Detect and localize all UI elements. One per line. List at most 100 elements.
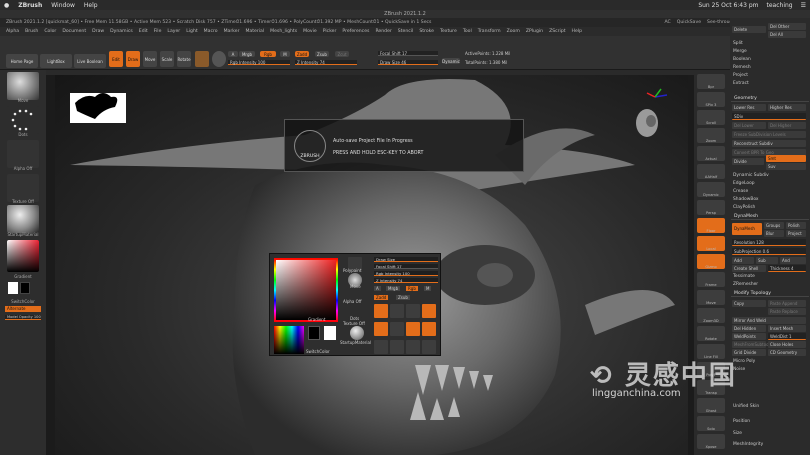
a-button[interactable]: A xyxy=(228,51,238,57)
stroke-thumbnail[interactable] xyxy=(7,106,39,134)
tray-rotate[interactable]: Rotate xyxy=(697,326,725,341)
tray-persp[interactable]: Persp xyxy=(697,200,725,215)
mirror-weld-button[interactable]: Mirror And Weld xyxy=(732,317,806,324)
popup-rotate-view-button[interactable] xyxy=(390,340,404,354)
claypolish-item[interactable]: ClayPolish xyxy=(733,205,755,211)
popup-qgrid-button[interactable] xyxy=(406,322,420,336)
geometry-header[interactable]: Geometry xyxy=(731,95,809,102)
tray-xpose[interactable]: Xpose xyxy=(697,434,725,449)
insert-mesh-button[interactable]: Insert Mesh xyxy=(768,325,806,332)
popup-m-button[interactable]: M xyxy=(424,286,432,291)
tray-zoom[interactable]: Zoom xyxy=(697,128,725,143)
app-menu[interactable]: ZBrush xyxy=(18,2,42,9)
tray-spix-3[interactable]: SPix 3 xyxy=(697,92,725,107)
color-picker[interactable] xyxy=(7,240,39,272)
sdiv-slider[interactable]: SDiv xyxy=(732,113,806,120)
tray-ghost[interactable]: Ghost xyxy=(697,398,725,413)
help-menu[interactable]: Help xyxy=(84,2,98,9)
tray-floor[interactable]: Floor xyxy=(697,218,725,233)
menu-material[interactable]: Material xyxy=(245,27,264,36)
rgb-intensity-slider[interactable]: Rgb Intensity 100 xyxy=(228,60,290,65)
z-intensity-slider[interactable]: Z Intensity 74 xyxy=(295,60,357,65)
tray-bpr[interactable]: Bpr xyxy=(697,74,725,89)
smt-button[interactable]: Smt xyxy=(766,155,806,162)
tray-frame[interactable]: Frame xyxy=(697,272,725,287)
menu-tool[interactable]: Tool xyxy=(463,27,472,36)
popup-grid-button[interactable] xyxy=(390,322,404,336)
copy-button[interactable]: Copy xyxy=(732,300,766,307)
material-sphere-icon[interactable] xyxy=(195,51,209,67)
popup-material-icon[interactable] xyxy=(350,326,364,340)
create-shell-button[interactable]: Create Shell xyxy=(732,265,766,272)
popup-zadd-button[interactable]: Zadd xyxy=(374,295,389,300)
split-item[interactable]: Split xyxy=(733,41,743,47)
mrgb-button[interactable]: Mrgb xyxy=(239,51,255,57)
position-item[interactable]: Position xyxy=(733,419,750,425)
project-item[interactable]: Project xyxy=(733,73,748,79)
tray-zoom3d[interactable]: Zoom3D xyxy=(697,308,725,323)
divide-button[interactable]: Divide xyxy=(732,158,764,165)
blur-button[interactable]: Blur xyxy=(764,230,784,237)
menu-macro[interactable]: Macro xyxy=(204,27,218,36)
weld-points-button[interactable]: WeldPoints xyxy=(732,333,766,340)
dynamesh-toggle[interactable]: DynaMesh xyxy=(732,223,762,235)
scale-button[interactable]: Scale xyxy=(160,51,174,67)
control-center-icon[interactable]: ☰ xyxy=(801,2,806,9)
tray-gizmo[interactable]: Gizmo xyxy=(697,254,725,269)
zadd-button[interactable]: Zadd xyxy=(295,51,309,57)
del-higher-button[interactable]: Del Higher xyxy=(768,122,806,129)
switchcolor-label[interactable]: SwitchColor xyxy=(2,299,44,304)
tray-move[interactable]: Move xyxy=(697,290,725,305)
popup-texture-label[interactable]: Texture Off xyxy=(343,321,365,326)
menu-stroke[interactable]: Stroke xyxy=(419,27,434,36)
paste-append-button[interactable]: Paste Append xyxy=(768,300,806,307)
zcut-button[interactable]: Zcut xyxy=(335,51,349,57)
menu-render[interactable]: Render xyxy=(375,27,391,36)
focal-shift-slider[interactable]: Focal Shift 17 xyxy=(378,51,438,56)
menu-draw[interactable]: Draw xyxy=(92,27,104,36)
popup-frame-button[interactable] xyxy=(422,340,436,354)
brush-thumbnail[interactable] xyxy=(7,72,39,100)
grid-divide-button[interactable]: Grid Divide xyxy=(732,349,766,356)
clock[interactable]: Sun 25 Oct 6:43 pm xyxy=(698,2,758,9)
ac-button[interactable]: AC xyxy=(665,18,671,27)
popup-draw-size-slider[interactable]: Draw Size xyxy=(374,257,438,262)
popup-focal-shift-slider[interactable]: Focal Shift 17 xyxy=(374,264,438,269)
and-button[interactable]: And xyxy=(780,257,806,264)
unified-skin-item[interactable]: Unified Skin xyxy=(733,404,759,410)
subprojection-slider[interactable]: SubProjection 0.6 xyxy=(732,248,806,255)
cd-geometry-button[interactable]: CD Geometry xyxy=(768,349,806,356)
popup-zsub-button[interactable]: Zsub xyxy=(396,295,410,300)
home-page-button[interactable]: Home Page xyxy=(6,54,38,68)
thickness-slider[interactable]: Thickness 4 xyxy=(768,265,806,272)
popup-local-button[interactable] xyxy=(422,322,436,336)
merge-item[interactable]: Merge xyxy=(733,49,747,55)
zsub-button[interactable]: Zsub xyxy=(315,51,329,57)
menu-transform[interactable]: Transform xyxy=(478,27,501,36)
close-holes-button[interactable]: Close Holes xyxy=(768,341,806,348)
tray-local[interactable]: Local xyxy=(697,236,725,251)
menu-alpha[interactable]: Alpha xyxy=(6,27,19,36)
menu-zscript[interactable]: ZScript xyxy=(549,27,565,36)
popup-main-swatch[interactable] xyxy=(308,326,320,340)
popup-move-button[interactable] xyxy=(390,304,404,318)
resolution-slider[interactable]: Resolution 128 xyxy=(732,239,806,246)
color-swatch-icon[interactable] xyxy=(212,51,226,67)
m-button[interactable]: M xyxy=(280,51,290,57)
menu-movie[interactable]: Movie xyxy=(303,27,317,36)
paste-replace-button[interactable]: Paste Replace xyxy=(768,308,806,315)
menu-light[interactable]: Light xyxy=(186,27,197,36)
add-button[interactable]: Add xyxy=(732,257,754,264)
popup-scroll-button[interactable] xyxy=(374,340,388,354)
higher-res-button[interactable]: Higher Res xyxy=(768,104,806,111)
tray-aahalf[interactable]: AAHalf xyxy=(697,164,725,179)
popup-switchcolor[interactable]: SwitchColor xyxy=(306,349,330,354)
popup-a-button[interactable]: A xyxy=(374,286,381,291)
quicksave-button[interactable]: QuickSave xyxy=(677,18,701,27)
project-button[interactable]: Project xyxy=(786,230,806,237)
extract-item[interactable]: Extract xyxy=(733,81,749,87)
lower-res-button[interactable]: Lower Res xyxy=(732,104,766,111)
popup-scale-button[interactable] xyxy=(406,304,420,318)
del-other-button[interactable]: Del Other xyxy=(768,23,806,30)
rgb-button[interactable]: Rgb xyxy=(260,51,276,57)
